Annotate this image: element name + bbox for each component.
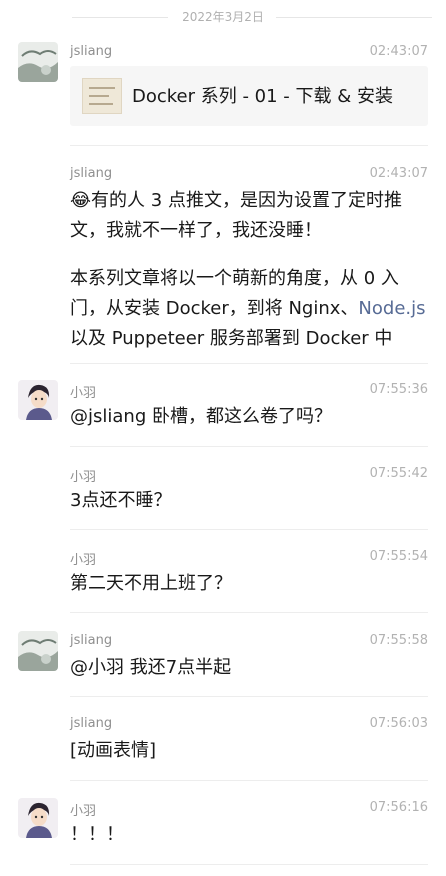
message-time: 02:43:07 bbox=[369, 166, 428, 181]
message-text[interactable]: 第二天不用上班了？ bbox=[70, 569, 430, 599]
message-item: 小羽 07:56:16 ！！！ bbox=[0, 798, 446, 865]
message-item: jsliang 02:43:07 😂有的人 3 点推文，是因为设置了定时推文，我… bbox=[0, 164, 446, 364]
message-item: jsliang 07:55:58 @小羽 我还7点半起 bbox=[0, 631, 446, 697]
sender-name: jsliang bbox=[70, 166, 113, 181]
message-divider bbox=[70, 612, 428, 613]
laughing-emoji-icon: 😂 bbox=[70, 190, 92, 211]
sender-name: 小羽 bbox=[70, 386, 97, 401]
message-item: jsliang 07:56:03 [动画表情] bbox=[0, 714, 446, 781]
message-text[interactable]: ！！！ bbox=[70, 820, 430, 850]
message-divider bbox=[70, 864, 428, 865]
sender-name: 小羽 bbox=[70, 553, 97, 568]
sender-name: 小羽 bbox=[70, 804, 97, 819]
message-item: 小羽 07:55:54 第二天不用上班了？ bbox=[0, 547, 446, 613]
date-separator-line-right bbox=[276, 17, 432, 18]
avatar-xiaoyu[interactable] bbox=[18, 380, 58, 420]
message-paragraph: 本系列文章将以一个萌新的角度，从 0 入门，从安装 Docker，到将 Ngin… bbox=[70, 268, 426, 349]
avatar-jsliang[interactable] bbox=[18, 42, 58, 82]
message-divider bbox=[70, 696, 428, 697]
message-time: 07:55:36 bbox=[369, 382, 428, 397]
article-card-title: Docker 系列 - 01 - 下载 & 安装 bbox=[132, 86, 394, 107]
article-thumbnail bbox=[82, 78, 122, 114]
message-time: 07:55:42 bbox=[369, 466, 428, 481]
message-item: 小羽 07:55:42 3点还不睡？ bbox=[0, 464, 446, 530]
message-time: 07:56:03 bbox=[369, 716, 428, 731]
date-separator: 2022年3月2日 bbox=[0, 6, 446, 28]
article-card[interactable]: Docker 系列 - 01 - 下载 & 安装 bbox=[70, 66, 428, 126]
sender-name: jsliang bbox=[70, 44, 113, 59]
message-time: 07:56:16 bbox=[369, 800, 428, 815]
sender-name: jsliang bbox=[70, 633, 113, 648]
message-text[interactable]: @小羽 我还7点半起 bbox=[70, 653, 430, 683]
avatar-xiaoyu[interactable] bbox=[18, 798, 58, 838]
message-text[interactable]: 😂有的人 3 点推文，是因为设置了定时推文，我就不一样了，我还没睡！ 本系列文章… bbox=[70, 186, 430, 354]
nodejs-link[interactable]: Node.js bbox=[358, 298, 425, 319]
message-divider bbox=[70, 363, 428, 364]
message-divider bbox=[70, 780, 428, 781]
message-text[interactable]: 3点还不睡？ bbox=[70, 486, 430, 516]
message-divider bbox=[70, 145, 428, 146]
message-time: 07:55:58 bbox=[369, 633, 428, 648]
message-item: jsliang 02:43:07 Docker 系列 - 01 - 下载 & 安… bbox=[0, 42, 446, 146]
message-text[interactable]: [动画表情] bbox=[70, 736, 430, 766]
message-paragraph: 😂有的人 3 点推文，是因为设置了定时推文，我就不一样了，我还没睡！ bbox=[70, 190, 402, 241]
message-divider bbox=[70, 446, 428, 447]
sender-name: 小羽 bbox=[70, 470, 97, 485]
message-time: 07:55:54 bbox=[369, 549, 428, 564]
message-text[interactable]: @jsliang 卧槽，都这么卷了吗？ bbox=[70, 402, 430, 432]
avatar-jsliang[interactable] bbox=[18, 631, 58, 671]
message-item: 小羽 07:55:36 @jsliang 卧槽，都这么卷了吗？ bbox=[0, 380, 446, 447]
message-time: 02:43:07 bbox=[369, 44, 428, 59]
message-divider bbox=[70, 529, 428, 530]
sender-name: jsliang bbox=[70, 716, 113, 731]
